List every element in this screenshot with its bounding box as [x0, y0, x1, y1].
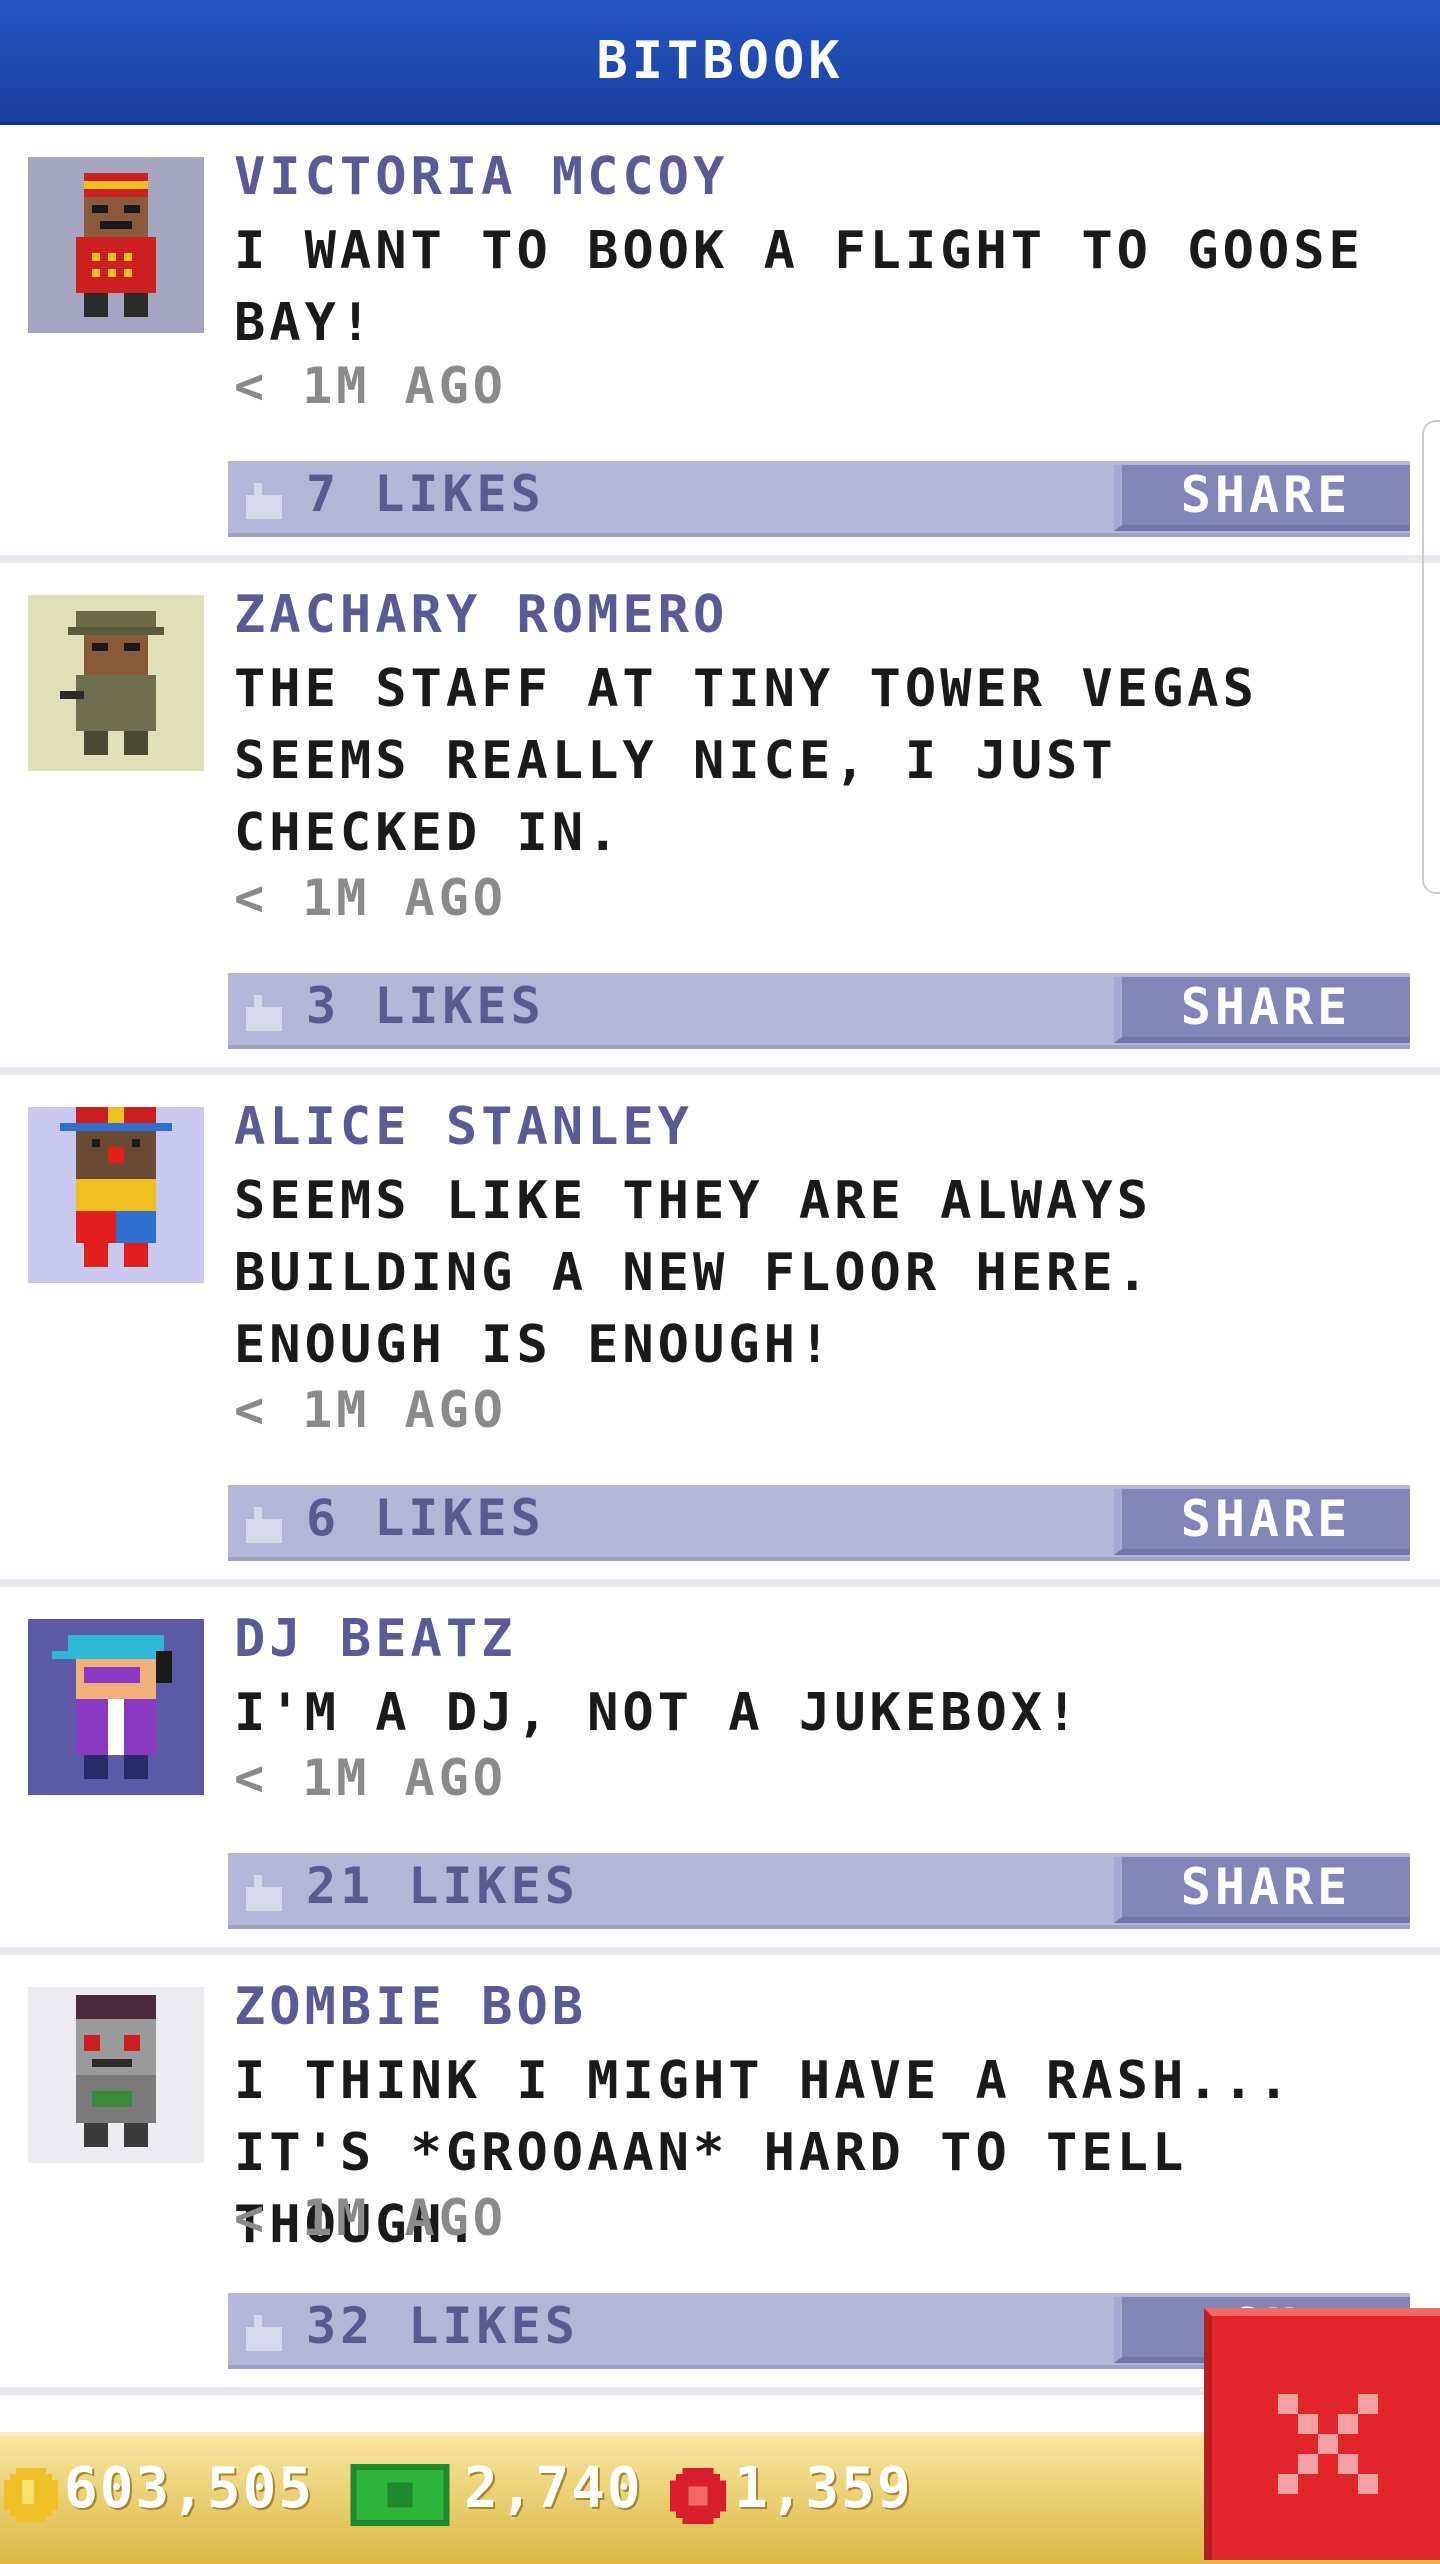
- thumbs-up-icon: [246, 1507, 282, 1543]
- post-message: I WANT TO BOOK A FLIGHT TO GOOSE BAY!: [234, 221, 1364, 353]
- post-message: I'M A DJ, NOT A JUKEBOX!: [234, 1683, 1082, 1743]
- post-author[interactable]: ZACHARY ROMERO: [234, 585, 728, 645]
- likes-bar: 6 LIKES SHARE: [228, 1485, 1410, 1561]
- dj-avatar-icon[interactable]: [28, 1619, 204, 1795]
- likes-count[interactable]: 21 LIKES: [306, 1857, 579, 1915]
- close-button[interactable]: [1204, 2308, 1440, 2560]
- list-item: ZACHARY ROMERO THE STAFF AT TINY TOWER V…: [0, 563, 1440, 1075]
- post-time: < 1M AGO: [234, 1749, 507, 1807]
- clown-avatar-icon[interactable]: [28, 1107, 204, 1283]
- share-button[interactable]: SHARE: [1114, 1489, 1410, 1555]
- thumbs-up-icon: [246, 483, 282, 519]
- scroll-indicator[interactable]: [1422, 420, 1440, 894]
- post-author[interactable]: ALICE STANLEY: [234, 1097, 693, 1157]
- post-message: THE STAFF AT TINY TOWER VEGAS SEEMS REAL…: [234, 659, 1258, 863]
- list-item: VICTORIA MCCOY I WANT TO BOOK A FLIGHT T…: [0, 125, 1440, 563]
- stars-count: 1,359: [734, 2456, 913, 2521]
- share-button[interactable]: SHARE: [1114, 1857, 1410, 1923]
- thumbs-up-icon: [246, 1875, 282, 1911]
- coins-count: 603,505: [64, 2456, 315, 2521]
- bux-icon: [350, 2464, 450, 2526]
- post-author[interactable]: ZOMBIE BOB: [234, 1977, 587, 2037]
- bellhop-avatar-icon[interactable]: [28, 157, 204, 333]
- coin-icon: [4, 2468, 58, 2522]
- likes-count[interactable]: 7 LIKES: [306, 465, 545, 523]
- likes-bar: 21 LIKES SHARE: [228, 1853, 1410, 1929]
- share-button[interactable]: SHARE: [1114, 465, 1410, 531]
- soldier-avatar-icon[interactable]: [28, 595, 204, 771]
- post-author[interactable]: VICTORIA MCCOY: [234, 147, 728, 207]
- post-time: < 1M AGO: [234, 869, 507, 927]
- star-token-icon: [670, 2468, 726, 2524]
- share-button[interactable]: SHARE: [1114, 977, 1410, 1043]
- post-time: < 1M AGO: [234, 2189, 507, 2247]
- likes-count[interactable]: 3 LIKES: [306, 977, 545, 1035]
- close-icon: [1278, 2394, 1378, 2494]
- post-message: SEEMS LIKE THEY ARE ALWAYS BUILDING A NE…: [234, 1171, 1152, 1375]
- page-title: BITBOOK: [596, 31, 844, 91]
- likes-bar: 7 LIKES SHARE: [228, 461, 1410, 537]
- bux-count: 2,740: [464, 2456, 643, 2521]
- likes-bar: 3 LIKES SHARE: [228, 973, 1410, 1049]
- post-time: < 1M AGO: [234, 357, 507, 415]
- post-time: < 1M AGO: [234, 1381, 507, 1439]
- thumbs-up-icon: [246, 995, 282, 1031]
- app-header: BITBOOK: [0, 0, 1440, 125]
- list-item: ALICE STANLEY SEEMS LIKE THEY ARE ALWAYS…: [0, 1075, 1440, 1587]
- likes-count[interactable]: 32 LIKES: [306, 2297, 579, 2355]
- likes-count[interactable]: 6 LIKES: [306, 1489, 545, 1547]
- thumbs-up-icon: [246, 2315, 282, 2351]
- post-author[interactable]: DJ BEATZ: [234, 1609, 516, 1669]
- list-item: DJ BEATZ I'M A DJ, NOT A JUKEBOX! < 1M A…: [0, 1587, 1440, 1955]
- zombie-avatar-icon[interactable]: [28, 1987, 204, 2163]
